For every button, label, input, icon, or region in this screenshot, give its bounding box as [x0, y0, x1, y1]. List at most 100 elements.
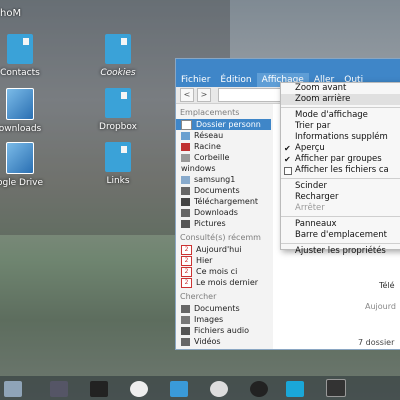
sidebar-item-search-documents[interactable]: Documents [176, 303, 271, 314]
app-icon[interactable] [210, 381, 228, 397]
desktop-icon-label: Contacts [0, 68, 40, 78]
app-icon[interactable] [90, 381, 108, 397]
window-titlebar[interactable] [176, 59, 400, 73]
desktop-icon-dropbox[interactable]: Dropbox [78, 88, 158, 132]
menu-item-label: Trier par [295, 121, 331, 131]
sidebar-item-yesterday[interactable]: 2 Hier [176, 255, 271, 266]
desktop-icon-label: ownloads [0, 124, 42, 134]
desktop-icon-label: Links [106, 176, 130, 186]
folder-icon [7, 34, 33, 64]
forward-button[interactable]: > [197, 88, 211, 102]
root-folder-icon [181, 142, 190, 151]
menu-item-label: Mode d'affichage [295, 110, 368, 120]
folder-icon [181, 186, 190, 195]
menu-item-zoom-out[interactable]: Zoom arrière [281, 94, 400, 105]
folder-icon [105, 88, 131, 118]
sidebar-item-samsung1[interactable]: samsung1 [176, 174, 271, 185]
menu-item-label: Ajuster les propriétés [295, 246, 386, 256]
sidebar-item-this-month[interactable]: 2 Ce mois ci [176, 266, 271, 277]
sidebar-item-label: Hier [196, 256, 213, 265]
sidebar-item-root[interactable]: Racine [176, 141, 271, 152]
calendar-icon: 2 [181, 266, 192, 277]
menu-item-label: Recharger [295, 192, 339, 202]
sidebar-item-documents[interactable]: Documents [176, 185, 271, 196]
sidebar-item-home[interactable]: Dossier personn [176, 119, 271, 130]
desktop-icon-label: Dropbox [99, 122, 137, 132]
sidebar-item-network[interactable]: Réseau [176, 130, 271, 141]
menu-item-label: Scinder [295, 181, 327, 191]
workspace-switcher-icon[interactable] [4, 381, 22, 397]
audio-icon [181, 326, 190, 335]
menu-item-split[interactable]: Scinder [281, 181, 400, 192]
folder-icon [181, 208, 190, 217]
sidebar-item-search-audio[interactable]: Fichiers audio [176, 325, 271, 336]
sidebar-item-label: samsung1 [194, 175, 236, 184]
hourglass-icon[interactable] [50, 381, 68, 397]
trash-icon [181, 153, 190, 162]
desktop-icon-label: Cookies [100, 68, 136, 78]
menu-fichier[interactable]: Fichier [176, 73, 215, 87]
sidebar-item-pictures[interactable]: Pictures [176, 218, 271, 229]
menu-item-location-bar[interactable]: Barre d'emplacement [281, 230, 400, 241]
headphones-icon[interactable] [286, 381, 304, 397]
menu-item-adjust-properties[interactable]: Ajuster les propriétés [281, 246, 400, 257]
folder-icon [105, 34, 131, 64]
mail-icon[interactable] [170, 381, 188, 397]
menu-separator [281, 178, 400, 179]
status-bar: 7 dossier [358, 338, 395, 347]
sidebar-item-label: Téléchargement [194, 197, 259, 206]
sidebar-item-trash[interactable]: Corbeille [176, 152, 271, 163]
sidebar-item-label: Ce mois ci [196, 267, 238, 276]
sidebar-item-label: Downloads [194, 208, 238, 217]
menu-separator [281, 216, 400, 217]
menu-item-reload[interactable]: Recharger [281, 192, 400, 203]
menu-item-preview[interactable]: ✔ Aperçu [281, 143, 400, 154]
desktop-icon-downloads[interactable]: ownloads [0, 88, 60, 134]
menu-edition[interactable]: Édition [215, 73, 256, 87]
sidebar-item-windows[interactable]: windows [176, 162, 362, 174]
sidebar-item-label: Fichiers audio [194, 326, 250, 335]
menu-item-show-hidden-files[interactable]: Afficher les fichiers ca [281, 165, 400, 176]
folder-icon [105, 142, 131, 172]
home-icon [181, 119, 192, 130]
checkbox-icon [284, 167, 292, 175]
document-icon [181, 304, 190, 313]
section-recent: Consulté(s) récemm [180, 233, 261, 242]
sidebar-item-label: Corbeille [194, 153, 230, 162]
sidebar-item-search-videos[interactable]: Vidéos [176, 336, 271, 347]
group-header: Aujourd [365, 302, 396, 311]
menu-item-label: Afficher par groupes [295, 154, 382, 164]
sidebar-item-downloads[interactable]: Downloads [176, 207, 271, 218]
sidebar-item-telechargements[interactable]: Téléchargement [176, 196, 271, 207]
menu-item-additional-info[interactable]: Informations supplém [281, 132, 400, 143]
desktop-icon-contacts[interactable]: Contacts [0, 34, 60, 78]
section-places: Emplacements [180, 108, 240, 117]
sidebar-item-last-month[interactable]: 2 Le mois dernier [176, 277, 271, 288]
desktop-folder-title: hoM [0, 8, 22, 19]
menu-item-label: Afficher les fichiers ca [295, 165, 389, 175]
section-search: Chercher [180, 292, 217, 301]
camera-icon[interactable] [250, 381, 268, 397]
image-folder-icon [6, 88, 34, 120]
menu-item-zoom-in[interactable]: Zoom avant [281, 83, 400, 94]
monitor-icon[interactable] [326, 379, 346, 397]
app-icon[interactable] [130, 381, 148, 397]
sidebar-item-today[interactable]: 2 Aujourd'hui [176, 244, 271, 255]
sidebar-item-search-images[interactable]: Images [176, 314, 271, 325]
sidebar-item-label: Le mois dernier [196, 278, 259, 287]
menu-item-sort-by[interactable]: Trier par [281, 121, 400, 132]
image-icon [181, 315, 190, 324]
menu-item-show-in-groups[interactable]: ✔ Afficher par groupes [281, 154, 400, 165]
calendar-icon: 2 [181, 277, 192, 288]
places-sidebar: Emplacements Dossier personn Réseau Raci… [176, 104, 362, 349]
dock [0, 376, 400, 400]
sidebar-item-label: windows [181, 164, 216, 173]
menu-item-panels[interactable]: Panneaux [281, 219, 400, 230]
menu-item-view-mode[interactable]: Mode d'affichage [281, 110, 400, 121]
desktop-icon-google-drive[interactable]: ogle Drive [0, 142, 60, 188]
back-button[interactable]: < [180, 88, 194, 102]
network-icon [181, 131, 190, 140]
desktop-icon-links[interactable]: Links [78, 142, 158, 186]
menu-item-label: Zoom avant [295, 83, 347, 93]
desktop-icon-cookies[interactable]: Cookies [78, 34, 158, 78]
